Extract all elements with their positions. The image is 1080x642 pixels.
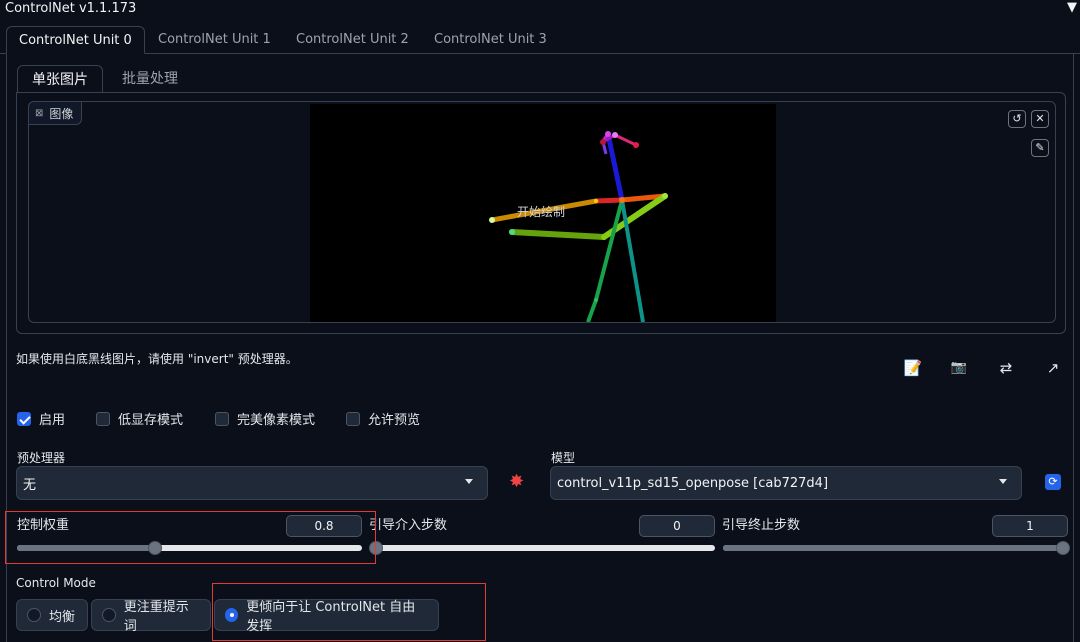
checkbox-enable[interactable]: 启用 bbox=[17, 409, 65, 428]
tab-batch[interactable]: 批量处理 bbox=[108, 65, 192, 93]
image-label-text: 图像 bbox=[49, 106, 74, 121]
tab-single-image[interactable]: 单张图片 bbox=[17, 65, 103, 93]
slider-label-end: 引导终止步数 bbox=[722, 518, 801, 533]
radio-dot[interactable] bbox=[27, 608, 41, 622]
slider-fill bbox=[723, 545, 1063, 551]
radio-label: 更注重提示词 bbox=[123, 600, 189, 634]
chevron-down-icon bbox=[999, 479, 1007, 484]
swap-icon[interactable]: ⇄ bbox=[996, 358, 1016, 378]
slider-label-start: 引导介入步数 bbox=[369, 518, 448, 533]
start-step-input[interactable]: 0 bbox=[639, 515, 715, 537]
panel-title: ControlNet v1.1.173 bbox=[5, 1, 137, 16]
radio-label: 均衡 bbox=[49, 609, 76, 625]
checkbox-allow-preview[interactable]: 允许预览 bbox=[346, 409, 420, 428]
edit-icon[interactable]: 📝 bbox=[903, 358, 923, 378]
end-step-slider[interactable] bbox=[723, 541, 1070, 555]
end-step-input[interactable]: 1 bbox=[992, 515, 1068, 537]
brush-icon[interactable]: ✎ bbox=[1031, 139, 1049, 157]
tab-unit-0[interactable]: ControlNet Unit 0 bbox=[6, 26, 145, 54]
image-label: ⊠ 图像 bbox=[28, 101, 83, 125]
tab-unit-1[interactable]: ControlNet Unit 1 bbox=[146, 26, 283, 54]
highlight-box-weight bbox=[5, 511, 376, 564]
canvas-overlay-text: 开始绘制 bbox=[517, 204, 565, 219]
model-label: 模型 bbox=[551, 451, 576, 465]
close-icon[interactable]: ✕ bbox=[1031, 110, 1049, 128]
highlight-box-control-mode bbox=[212, 583, 486, 641]
openpose-skeleton: 开始绘制 bbox=[489, 131, 668, 323]
control-mode-label: Control Mode bbox=[16, 576, 96, 590]
checkbox-box[interactable] bbox=[17, 411, 31, 426]
radio-prompt-priority[interactable]: 更注重提示词 bbox=[91, 599, 211, 634]
checkbox-pixel-perfect[interactable]: 完美像素模式 bbox=[215, 409, 315, 428]
model-select[interactable]: control_v11p_sd15_openpose [cab727d4] bbox=[550, 466, 1022, 500]
checkbox-box[interactable] bbox=[215, 411, 229, 426]
checkbox-label: 低显存模式 bbox=[118, 413, 184, 428]
refresh-models-icon[interactable]: ⟳ bbox=[1045, 474, 1061, 490]
camera-icon[interactable]: 📷 bbox=[949, 358, 969, 378]
undo-icon[interactable]: ↺ bbox=[1008, 110, 1026, 128]
checkbox-box[interactable] bbox=[346, 411, 360, 426]
checkbox-label: 允许预览 bbox=[368, 413, 421, 428]
checkbox-label: 完美像素模式 bbox=[237, 413, 316, 428]
checkbox-low-vram[interactable]: 低显存模式 bbox=[96, 409, 183, 428]
slider-handle[interactable] bbox=[1056, 541, 1070, 555]
collapse-icon[interactable]: ▼ bbox=[1067, 0, 1077, 15]
image-icon: ⊠ bbox=[35, 107, 44, 119]
checkbox-box[interactable] bbox=[96, 411, 110, 426]
invert-hint: 如果使用白底黑线图片，请使用 "invert" 预处理器。 bbox=[16, 352, 298, 366]
checkbox-label: 启用 bbox=[39, 413, 66, 428]
tab-unit-3[interactable]: ControlNet Unit 3 bbox=[422, 26, 559, 54]
pose-canvas[interactable]: 开始绘制 bbox=[310, 104, 776, 323]
model-value: control_v11p_sd15_openpose [cab727d4] bbox=[557, 475, 829, 491]
radio-dot[interactable] bbox=[102, 608, 116, 622]
tab-unit-2[interactable]: ControlNet Unit 2 bbox=[284, 26, 421, 54]
preprocessor-select[interactable]: 无 bbox=[16, 466, 488, 500]
preprocessor-label: 预处理器 bbox=[17, 451, 66, 465]
chevron-down-icon bbox=[465, 479, 473, 484]
run-preprocessor-icon[interactable]: ✸ bbox=[509, 471, 524, 492]
radio-balanced[interactable]: 均衡 bbox=[16, 599, 88, 631]
preprocessor-value: 无 bbox=[23, 477, 37, 493]
start-step-slider[interactable] bbox=[369, 541, 715, 555]
send-icon[interactable]: ↗ bbox=[1043, 358, 1063, 378]
